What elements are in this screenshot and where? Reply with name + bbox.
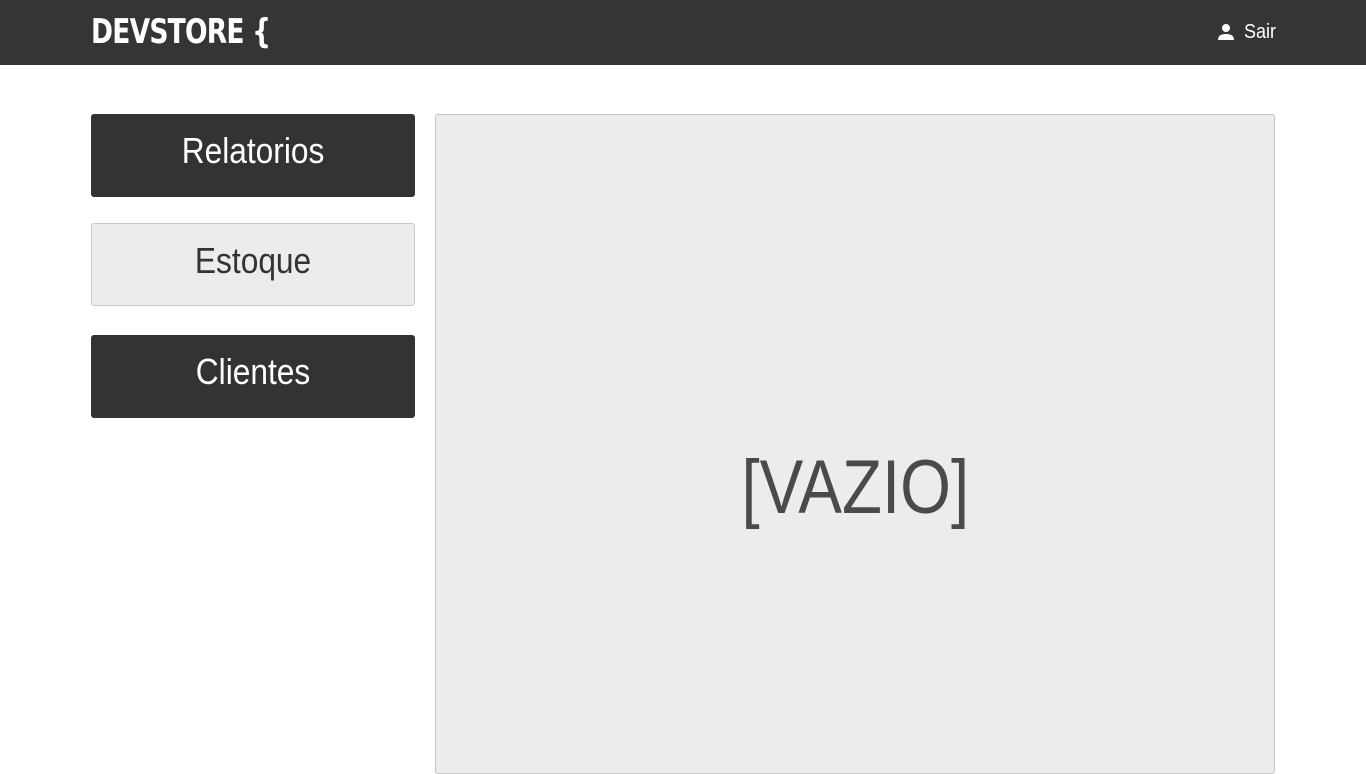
- logout-button[interactable]: Sair: [1214, 18, 1280, 46]
- sidebar-item-label: Clientes: [195, 351, 311, 392]
- content-panel: [VAZIO]: [435, 114, 1275, 774]
- top-navbar: DEVSTORE { Sair: [0, 0, 1366, 65]
- logout-label: Sair: [1244, 21, 1277, 43]
- sidebar-item-clientes[interactable]: Clientes: [91, 335, 415, 418]
- sidebar-item-label: Relatorios: [181, 130, 325, 171]
- sidebar-item-relatorios[interactable]: Relatorios: [91, 114, 415, 197]
- brand-logo[interactable]: DEVSTORE {: [91, 12, 271, 52]
- sidebar-item-estoque[interactable]: Estoque: [91, 223, 415, 306]
- sidebar-item-label: Estoque: [194, 240, 312, 281]
- person-icon: [1214, 20, 1238, 44]
- empty-state-message: [VAZIO]: [741, 445, 969, 530]
